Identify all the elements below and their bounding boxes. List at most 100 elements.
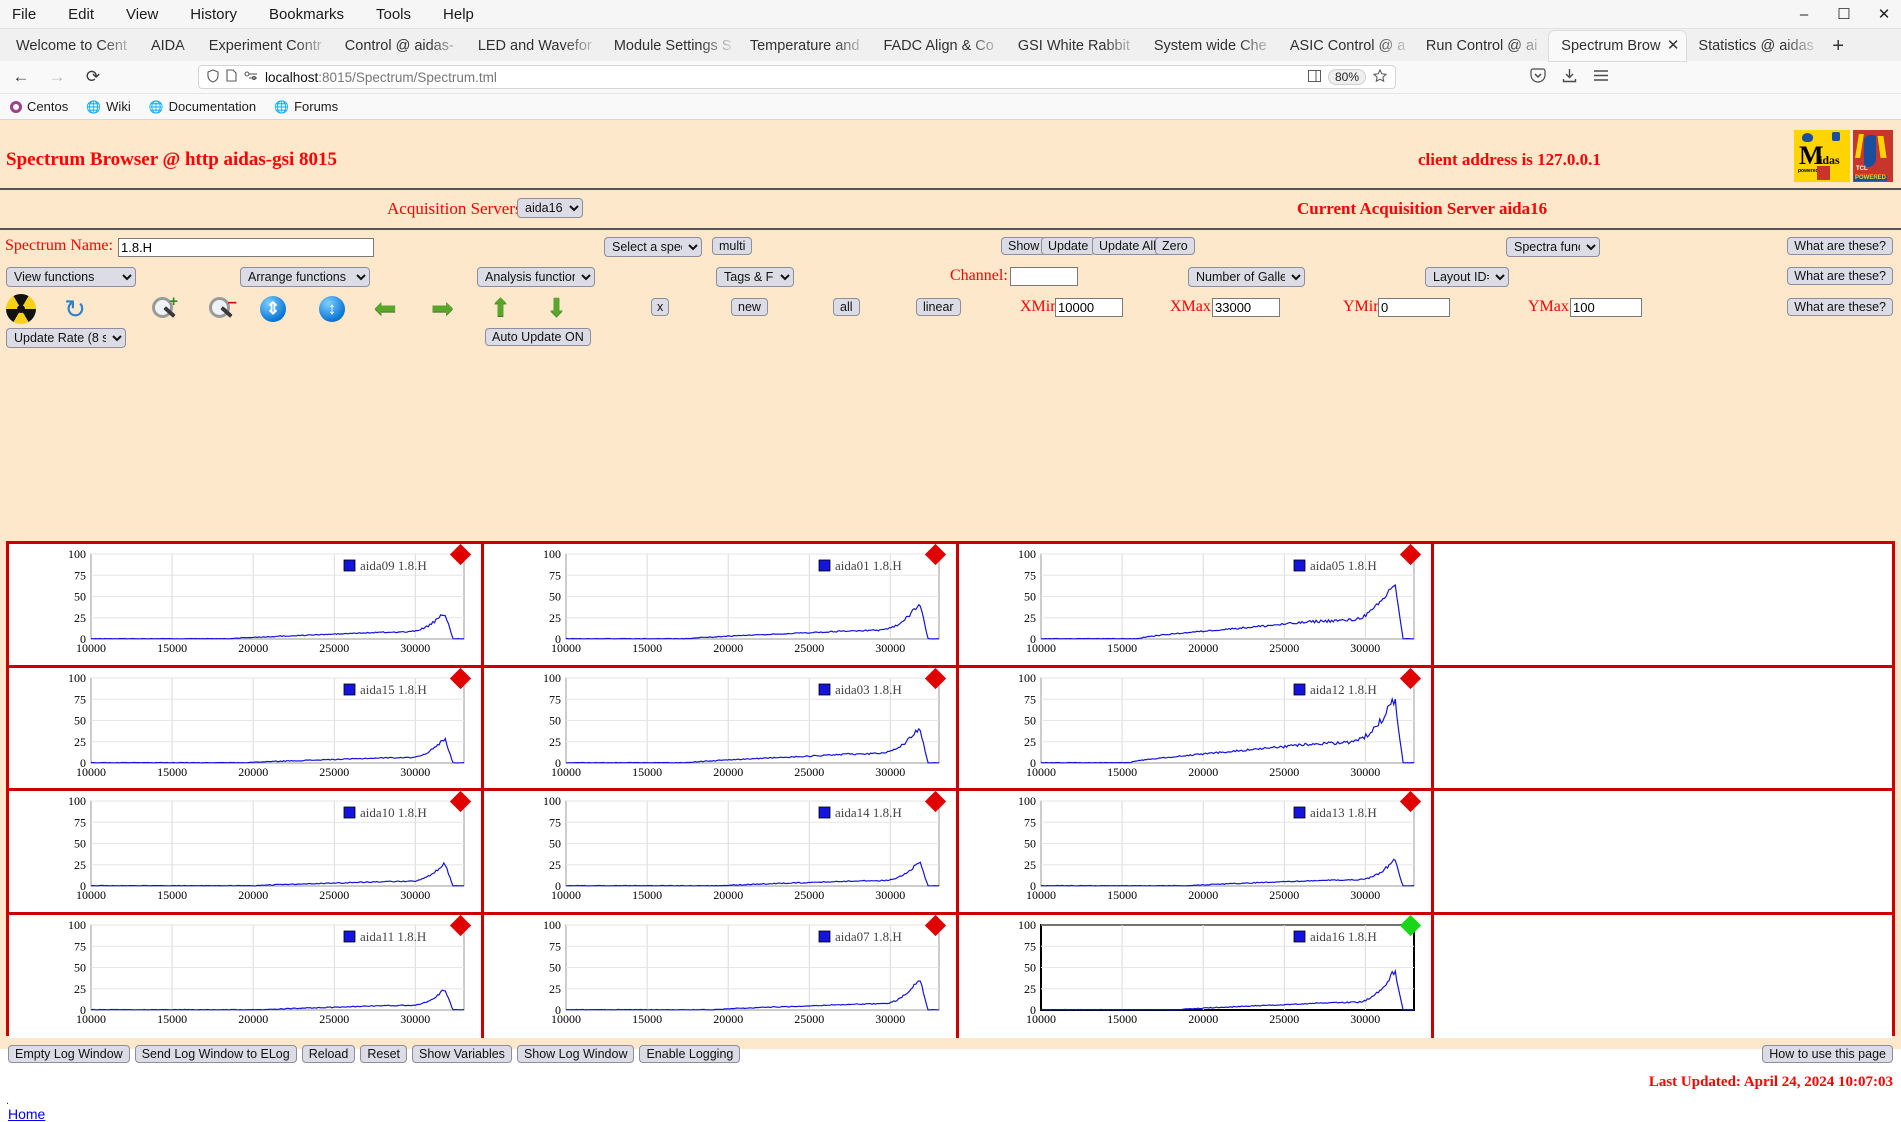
how-to-use-this-page-button[interactable]: How to use this page (1762, 1045, 1893, 1063)
channel-input[interactable] (1010, 267, 1078, 286)
address-bar[interactable]: localhost:8015/Spectrum/Spectrum.tml 80% (198, 65, 1396, 89)
permissions-icon[interactable] (244, 70, 258, 85)
spectrum-name-input[interactable] (118, 238, 374, 257)
reset-button[interactable]: Reset (360, 1045, 407, 1063)
what-are-these-button-1[interactable]: What are these? (1787, 237, 1893, 255)
what-are-these-button-3[interactable]: What are these? (1787, 298, 1893, 316)
pocket-icon[interactable] (1530, 68, 1546, 87)
expand-y-icon[interactable]: ⇕ (260, 294, 290, 324)
spectrum-panel-empty[interactable] (1434, 668, 1892, 789)
reader-mode-icon[interactable] (1308, 70, 1321, 85)
new-tab-button[interactable]: + (1822, 31, 1854, 61)
arrow-left-icon[interactable]: ⬅ (374, 293, 404, 323)
tab-statistics[interactable]: Statistics @ aidas (1686, 31, 1822, 61)
bookmark-star-icon[interactable] (1373, 69, 1387, 85)
x-button[interactable]: x (651, 298, 669, 316)
spectrum-panel-empty[interactable] (1434, 791, 1892, 912)
reload-button[interactable]: Reload (302, 1045, 356, 1063)
app-menu-icon[interactable] (1593, 69, 1609, 86)
update-rate-dropdown[interactable]: Update Rate (8 secs) (6, 328, 126, 348)
send-log-to-elog-button[interactable]: Send Log Window to ELog (135, 1045, 297, 1063)
menu-edit[interactable]: Edit (64, 4, 98, 25)
menu-bookmarks[interactable]: Bookmarks (265, 4, 348, 25)
tab-welcome-to-centos[interactable]: Welcome to Cent (4, 31, 139, 61)
refresh-icon[interactable]: ↻ (60, 294, 90, 324)
menu-tools[interactable]: Tools (372, 4, 415, 25)
xmin-input[interactable] (1055, 298, 1123, 317)
acquisition-server-select[interactable]: aida16 (517, 198, 583, 218)
tab-system-wide-check[interactable]: System wide Che (1142, 31, 1278, 61)
zero-button[interactable]: Zero (1155, 237, 1195, 255)
tags-and-fits-dropdown[interactable]: Tags & Fits (716, 267, 794, 287)
maximize-icon[interactable]: ☐ (1835, 5, 1853, 23)
tab-aida[interactable]: AIDA (139, 31, 197, 61)
xmax-input[interactable] (1212, 298, 1280, 317)
spectra-functions-dropdown[interactable]: Spectra functions (1506, 237, 1600, 257)
bookmark-wiki[interactable]: 🌐 Wiki (86, 99, 131, 114)
tab-spectrum-browser[interactable]: Spectrum Brow ✕ (1549, 31, 1686, 61)
tab-asic-control[interactable]: ASIC Control @ a (1278, 31, 1414, 61)
arrow-up-icon[interactable]: ⬆ (490, 293, 520, 323)
number-of-galleries-dropdown[interactable]: Number of Galleries (1188, 267, 1305, 287)
select-spectrum-dropdown[interactable]: Select a spectrum (604, 237, 702, 257)
bookmark-centos[interactable]: Centos (10, 99, 68, 114)
spectrum-panel-aida09[interactable]: 02550751001000015000200002500030000aida0… (9, 544, 484, 665)
layout-id-dropdown[interactable]: Layout ID=5 (1425, 267, 1509, 287)
downloads-icon[interactable] (1562, 68, 1577, 87)
spectrum-panel-aida01[interactable]: 02550751001000015000200002500030000aida0… (484, 544, 959, 665)
spectrum-panel-aida12[interactable]: 02550751001000015000200002500030000aida1… (959, 668, 1434, 789)
tab-run-control[interactable]: Run Control @ ai (1414, 31, 1549, 61)
spectrum-panel-aida03[interactable]: 02550751001000015000200002500030000aida0… (484, 668, 959, 789)
reload-icon[interactable]: ⟳ (82, 67, 104, 87)
close-window-icon[interactable]: ✕ (1875, 5, 1893, 23)
minimize-icon[interactable]: – (1795, 6, 1813, 23)
forward-icon[interactable]: → (46, 67, 68, 87)
menu-history[interactable]: History (186, 4, 241, 25)
new-button[interactable]: new (731, 298, 768, 316)
show-variables-button[interactable]: Show Variables (412, 1045, 512, 1063)
ymin-input[interactable] (1378, 298, 1450, 317)
update-button[interactable]: Update (1041, 237, 1095, 255)
close-tab-icon[interactable]: ✕ (1667, 31, 1680, 61)
collapse-y-icon[interactable]: ↕ (319, 294, 349, 324)
spectrum-panel-aida14[interactable]: 02550751001000015000200002500030000aida1… (484, 791, 959, 912)
tab-experiment-control[interactable]: Experiment Contr (197, 31, 333, 61)
update-all-button[interactable]: Update All (1092, 237, 1163, 255)
arrange-functions-dropdown[interactable]: Arrange functions (240, 267, 370, 287)
home-link[interactable]: Home (8, 1106, 45, 1122)
bookmark-documentation[interactable]: 🌐 Documentation (149, 99, 256, 114)
zoom-level-badge[interactable]: 80% (1328, 69, 1366, 85)
spectrum-panel-aida07[interactable]: 02550751001000015000200002500030000aida0… (484, 915, 959, 1039)
enable-logging-button[interactable]: Enable Logging (639, 1045, 740, 1063)
spectrum-panel-aida05[interactable]: 02550751001000015000200002500030000aida0… (959, 544, 1434, 665)
view-functions-dropdown[interactable]: View functions (6, 267, 136, 287)
zoom-in-icon[interactable]: + (150, 295, 180, 325)
tab-module-settings[interactable]: Module Settings S (602, 31, 738, 61)
empty-log-window-button[interactable]: Empty Log Window (8, 1045, 130, 1063)
show-button[interactable]: Show (1001, 237, 1046, 255)
arrow-down-icon[interactable]: ⬇ (546, 293, 576, 323)
menu-file[interactable]: File (8, 4, 40, 25)
menu-help[interactable]: Help (439, 4, 478, 25)
linear-button[interactable]: linear (916, 298, 961, 316)
show-log-window-button[interactable]: Show Log Window (517, 1045, 635, 1063)
spectrum-panel-empty[interactable] (1434, 915, 1892, 1039)
tab-gsi-white-rabbit[interactable]: GSI White Rabbit (1006, 31, 1142, 61)
spectrum-panel-empty[interactable] (1434, 544, 1892, 665)
spectrum-panel-aida13[interactable]: 02550751001000015000200002500030000aida1… (959, 791, 1434, 912)
what-are-these-button-2[interactable]: What are these? (1787, 267, 1893, 285)
spectrum-panel-aida11[interactable]: 02550751001000015000200002500030000aida1… (9, 915, 484, 1039)
ymax-input[interactable] (1570, 298, 1642, 317)
tab-temperature[interactable]: Temperature and (738, 31, 872, 61)
tab-led-and-waveform[interactable]: LED and Wavefor (466, 31, 602, 61)
zoom-out-icon[interactable]: – (207, 295, 237, 325)
bookmark-forums[interactable]: 🌐 Forums (274, 99, 338, 114)
menu-view[interactable]: View (122, 4, 162, 25)
back-icon[interactable]: ← (10, 67, 32, 87)
spectrum-panel-aida16[interactable]: 02550751001000015000200002500030000aida1… (959, 915, 1434, 1039)
all-button[interactable]: all (833, 298, 860, 316)
auto-update-button[interactable]: Auto Update ON (485, 328, 591, 346)
multi-button[interactable]: multi (712, 237, 752, 255)
arrow-right-icon[interactable]: ➡ (431, 293, 461, 323)
spectrum-panel-aida15[interactable]: 02550751001000015000200002500030000aida1… (9, 668, 484, 789)
